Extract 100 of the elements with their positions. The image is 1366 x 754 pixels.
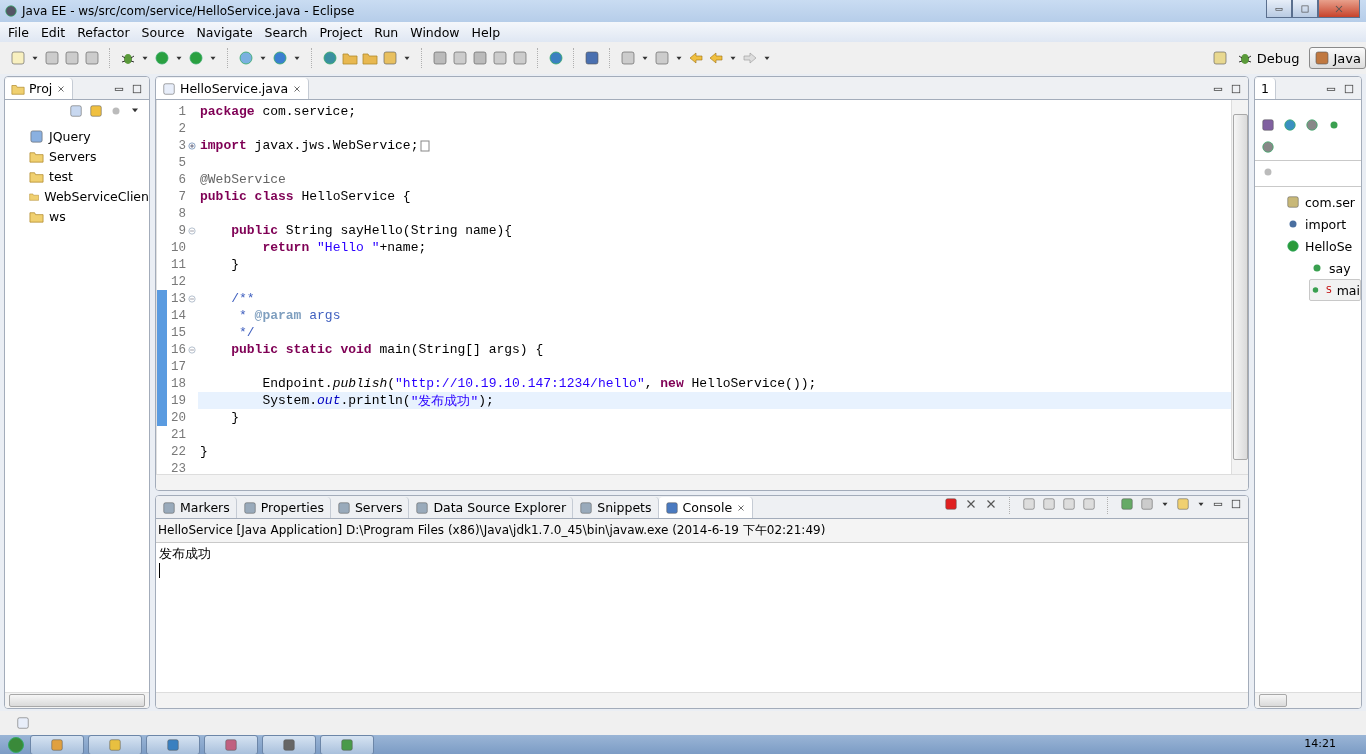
outline-item[interactable]: say xyxy=(1309,257,1361,279)
window-title: Java EE - ws/src/com/service/HelloService.java - Eclipse xyxy=(22,4,356,18)
view-tab[interactable]: Properties xyxy=(236,497,331,518)
code-line: package com.service; xyxy=(199,103,358,120)
line-number: 21 xyxy=(170,427,186,442)
code-line: import javax.jws.WebService; xyxy=(198,137,1231,154)
menu-item[interactable]: Run xyxy=(368,24,405,40)
close-button[interactable] xyxy=(1318,0,1360,18)
view-tab[interactable]: Markers xyxy=(156,497,237,518)
menu-item[interactable]: Refactor xyxy=(71,24,136,40)
maximize-icon[interactable] xyxy=(131,83,143,95)
code-line: * @param args xyxy=(238,307,342,324)
code-line: } xyxy=(230,256,240,273)
menu-item[interactable]: File xyxy=(2,24,35,40)
line-number: 3 xyxy=(177,138,186,153)
view-tab[interactable]: Console xyxy=(658,497,754,518)
outline-item[interactable]: com.ser xyxy=(1285,191,1361,213)
collapse-icon[interactable] xyxy=(187,225,197,236)
console-output: 发布成功 xyxy=(159,545,212,563)
outline-item[interactable]: HelloSe xyxy=(1285,235,1361,257)
close-icon[interactable] xyxy=(736,502,747,513)
horizontal-scrollbar[interactable] xyxy=(156,692,1248,708)
folder-icon[interactable] xyxy=(362,50,378,66)
line-number: 9 xyxy=(177,223,186,238)
taskbar-button[interactable] xyxy=(30,735,84,754)
maximize-icon[interactable] xyxy=(1230,83,1242,95)
line-number: 16 xyxy=(170,342,186,357)
code-line: /** xyxy=(230,290,256,307)
maximize-icon[interactable] xyxy=(1230,498,1242,510)
line-number: 2 xyxy=(177,121,186,136)
code-line: Endpoint.publish("http://10.19.10.147:1234/hello", new HelloService()); xyxy=(261,375,818,392)
view-tab[interactable]: Snippets xyxy=(573,497,659,518)
view-tab[interactable]: Servers xyxy=(330,497,410,518)
editor-tab[interactable]: HelloService.java xyxy=(156,78,310,99)
minimize-button[interactable] xyxy=(1266,0,1292,18)
menu-item[interactable]: Search xyxy=(258,24,314,40)
line-number: 11 xyxy=(170,257,186,272)
static-label: S xyxy=(1325,285,1332,295)
line-number: 20 xyxy=(170,410,186,425)
taskbar-button[interactable] xyxy=(146,735,200,754)
tree-item[interactable]: ws xyxy=(29,206,149,226)
code-line: public static void main(String[] args) { xyxy=(230,341,545,358)
line-number: 22 xyxy=(170,444,186,459)
line-number: 18 xyxy=(170,376,186,391)
restore-button[interactable] xyxy=(1292,0,1318,18)
menu-item[interactable]: Window xyxy=(404,24,466,40)
perspective-button[interactable]: Java xyxy=(1308,47,1366,69)
collapse-icon[interactable] xyxy=(187,293,197,304)
tree-item[interactable]: WebServiceClien xyxy=(29,186,149,206)
expand-icon[interactable] xyxy=(187,140,197,151)
line-number: 15 xyxy=(170,325,186,340)
collapse-icon[interactable] xyxy=(187,344,197,355)
code-line: return "Hello "+name; xyxy=(261,239,428,256)
perspective-button[interactable]: Debug xyxy=(1231,47,1305,69)
taskbar-button[interactable] xyxy=(204,735,258,754)
view-tab[interactable]: Data Source Explorer xyxy=(409,497,574,518)
panel-tab[interactable]: 1 xyxy=(1255,78,1276,99)
restore-icon xyxy=(1300,3,1310,14)
horizontal-scrollbar[interactable] xyxy=(1255,692,1361,708)
panel-tab[interactable]: Proj xyxy=(5,78,74,99)
console-header: HelloService [Java Application] D:\Program Files (x86)\Java\jdk1.7.0_45\bin\javaw.exe (2014-6-19 下午02:21:49) xyxy=(156,519,1248,543)
taskbar-button[interactable] xyxy=(262,735,316,754)
menu-item[interactable]: Project xyxy=(313,24,369,40)
folded-code-icon[interactable] xyxy=(420,139,431,152)
code-line: } xyxy=(199,443,209,460)
horizontal-scrollbar[interactable] xyxy=(156,474,1248,490)
code-line: */ xyxy=(238,324,256,341)
line-number: 7 xyxy=(177,189,186,204)
line-number: 19 xyxy=(170,393,186,408)
line-number: 5 xyxy=(177,155,186,170)
taskbar-button[interactable] xyxy=(88,735,142,754)
line-number: 14 xyxy=(170,308,186,323)
taskbar-button[interactable] xyxy=(320,735,374,754)
menu-item[interactable]: Source xyxy=(135,24,191,40)
code-line: public String sayHello(String name){ xyxy=(230,222,514,239)
maximize-icon[interactable] xyxy=(1343,83,1355,95)
text-cursor xyxy=(159,563,160,578)
tree-item[interactable]: JQuery xyxy=(29,126,149,146)
menu-item[interactable]: Navigate xyxy=(190,24,259,40)
tree-item[interactable]: Servers xyxy=(29,146,149,166)
tree-item[interactable]: test xyxy=(29,166,149,186)
line-number: 12 xyxy=(170,274,186,289)
horizontal-scrollbar[interactable] xyxy=(5,692,149,708)
vertical-scrollbar[interactable] xyxy=(1231,100,1248,474)
menu-item[interactable]: Help xyxy=(465,24,507,40)
code-line: } xyxy=(230,409,240,426)
line-number: 8 xyxy=(177,206,186,221)
outline-item[interactable]: import xyxy=(1285,213,1361,235)
outline-item[interactable]: $^{S}$ mai xyxy=(1309,279,1361,301)
line-number: 6 xyxy=(177,172,186,187)
open-folder-icon[interactable] xyxy=(342,50,358,66)
line-number: 10 xyxy=(170,240,186,255)
clock: 14:21 xyxy=(1304,736,1336,752)
menu-item[interactable]: Edit xyxy=(34,24,72,40)
line-number: 17 xyxy=(170,359,186,374)
close-icon[interactable] xyxy=(292,83,303,94)
line-number: 23 xyxy=(170,461,186,476)
close-icon[interactable] xyxy=(56,83,67,94)
code-line: @WebService xyxy=(199,171,287,188)
line-number: 1 xyxy=(177,104,186,119)
